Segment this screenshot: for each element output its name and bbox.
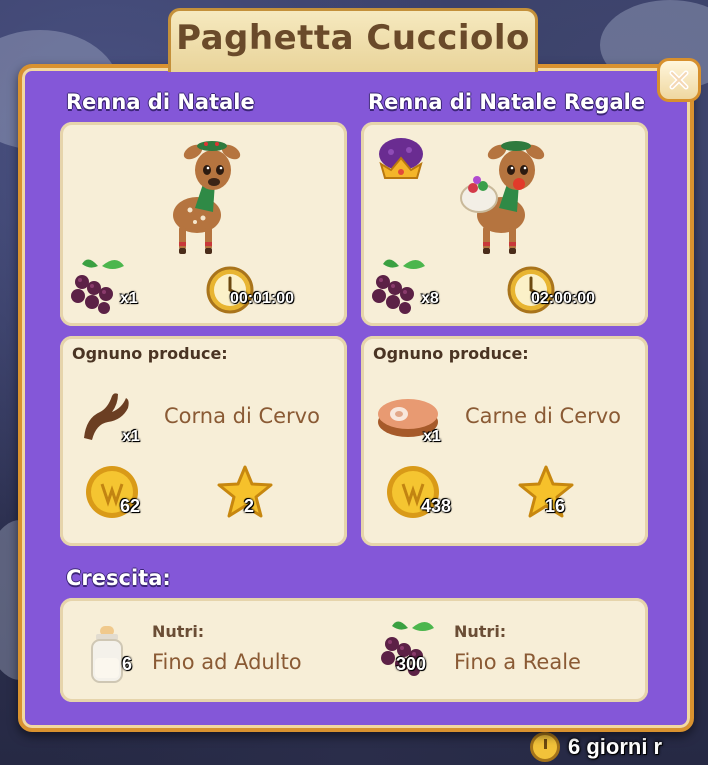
nutri-label: Nutri: — [152, 622, 205, 641]
close-icon — [669, 70, 689, 90]
growth-timer: 02:00:00 — [531, 290, 596, 307]
growth-title: Crescita: — [66, 566, 171, 590]
growth-goal: Fino a Reale — [454, 650, 581, 674]
reindeer-icon — [173, 141, 241, 254]
animal-name-1: Renna di Natale — [66, 90, 255, 114]
xp-amount: 16 — [545, 496, 566, 516]
animal-name-2: Renna di Natale Regale — [368, 90, 646, 114]
nutri-label: Nutri: — [454, 622, 507, 641]
product-count: x1 — [122, 428, 140, 445]
feed-required-count: 300 — [396, 654, 427, 674]
background-timer: 6 giorni r — [530, 728, 708, 765]
growth-goal: Fino ad Adulto — [152, 650, 302, 674]
royal-reindeer-icon — [460, 141, 545, 254]
produces-label: Ognuno produce: — [72, 344, 228, 363]
background-timer-text: 6 giorni r — [568, 733, 663, 759]
xp-amount: 2 — [244, 496, 255, 516]
produce-card-2: Ognuno produce: x1 Carne di Cervo 438 16 — [361, 336, 648, 546]
window-title: Paghetta Cucciolo — [176, 17, 530, 58]
product-name: Corna di Cervo — [164, 404, 320, 428]
product-name: Carne di Cervo — [465, 404, 622, 428]
close-button[interactable] — [657, 58, 701, 102]
animal-card-1[interactable]: x1 00:01:00 — [60, 122, 347, 326]
coin-amount: 438 — [421, 496, 452, 516]
growth-card: 6 Nutri: Fino ad Adulto 300 Nutri: Fino … — [60, 598, 648, 702]
growth-timer: 00:01:00 — [230, 290, 295, 307]
crown-icon — [379, 138, 423, 179]
title-plate: Paghetta Cucciolo — [168, 8, 538, 72]
coin-amount: 62 — [120, 496, 141, 516]
feed-count: x1 — [120, 290, 138, 307]
produces-label: Ognuno produce: — [373, 344, 529, 363]
product-count: x1 — [423, 428, 441, 445]
clock-icon — [530, 731, 560, 762]
feed-required-count: 6 — [122, 654, 133, 674]
produce-card-1: Ognuno produce: x1 Corna di Cervo 62 2 — [60, 336, 347, 546]
animal-card-2[interactable]: x8 02:00:00 — [361, 122, 648, 326]
feed-count: x8 — [421, 290, 439, 307]
